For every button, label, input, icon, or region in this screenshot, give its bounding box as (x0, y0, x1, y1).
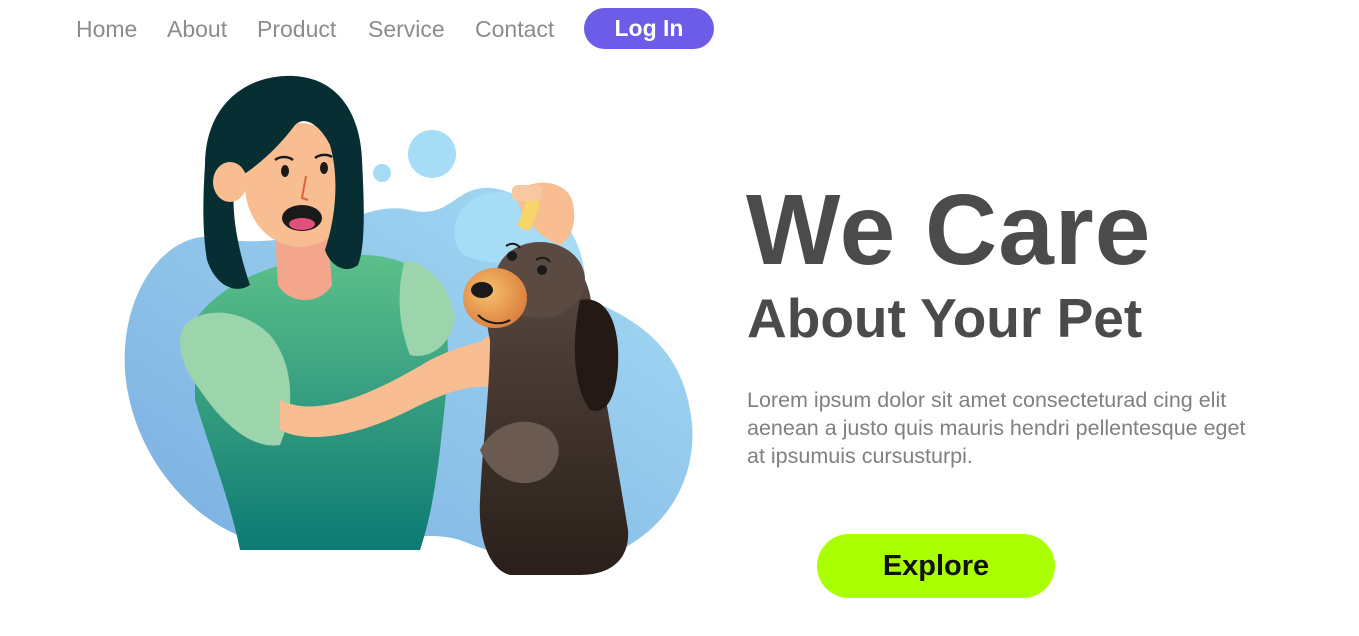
nav-link-contact[interactable]: Contact (475, 15, 554, 43)
nav-link-home[interactable]: Home (76, 15, 137, 43)
hero-description: Lorem ipsum dolor sit amet consecteturad… (747, 388, 1246, 468)
nav-link-about[interactable]: About (167, 15, 227, 43)
woman-with-dog-illustration (124, 75, 693, 576)
top-navigation: Home About Product Service Contact Log I… (0, 0, 1359, 60)
login-button[interactable]: Log In (584, 8, 714, 49)
hero-headline: We Care (746, 174, 1152, 286)
explore-button[interactable]: Explore (817, 534, 1055, 598)
hero-subheadline: About Your Pet (747, 287, 1143, 349)
nav-link-product[interactable]: Product (257, 15, 336, 43)
hero-illustration (110, 70, 710, 590)
nav-link-service[interactable]: Service (368, 15, 445, 43)
